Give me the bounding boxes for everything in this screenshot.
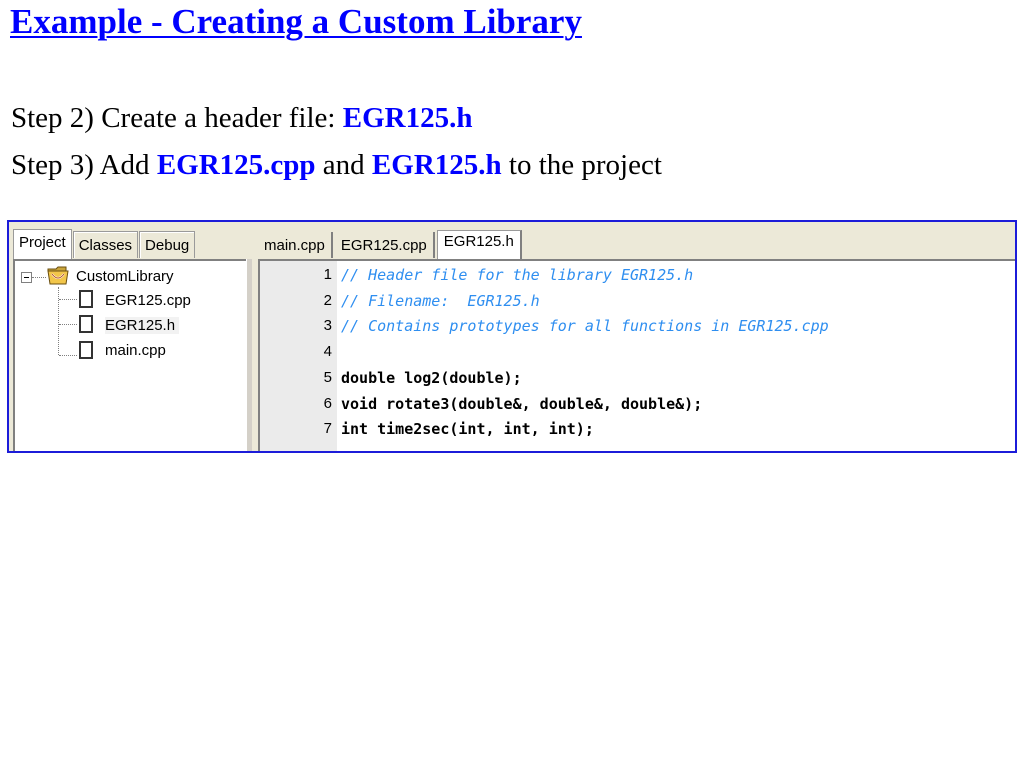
line-number: 7 [323, 420, 332, 438]
step-3-filename-cpp: EGR125.cpp [156, 149, 316, 181]
tree-connector [58, 287, 59, 355]
step-3-text: Step 3) Add EGR125.cpp and EGR125.h to t… [11, 149, 662, 182]
tree-file-label[interactable]: main.cpp [105, 342, 166, 359]
code-editor[interactable]: 1 // Header file for the library EGR125.h… [258, 259, 1015, 451]
code-comment: // Contains prototypes for all functions… [341, 317, 829, 336]
step-3-prefix: Step 3) Add [11, 149, 157, 181]
ide-screenshot: Project Classes Debug CustomLibrary EGR1… [7, 220, 1017, 453]
step-2-prefix: Step 2) Create a header file: [11, 102, 343, 134]
project-tree: CustomLibrary EGR125.cpp EGR125.h main.c… [13, 259, 247, 451]
line-number: 4 [323, 343, 332, 361]
tab-egr125-cpp[interactable]: EGR125.cpp [335, 232, 435, 258]
line-number: 2 [323, 291, 332, 309]
project-pane: Project Classes Debug CustomLibrary EGR1… [9, 222, 252, 451]
code-comment: // Filename: EGR125.h [341, 291, 540, 310]
collapse-icon[interactable] [21, 272, 32, 283]
step-3-suffix: to the project [501, 149, 662, 181]
tab-project[interactable]: Project [13, 229, 72, 259]
tab-debug[interactable]: Debug [139, 231, 196, 258]
tree-connector [59, 324, 77, 325]
editor-tabs: main.cpp EGR125.cpp EGR125.h [258, 230, 524, 259]
code-statement: int time2sec(int, int, int); [341, 420, 594, 439]
code-statement: void rotate3(double&, double&, double&); [341, 394, 703, 413]
tree-file-label[interactable]: EGR125.h [105, 317, 180, 334]
pane-scrollbar[interactable] [246, 259, 252, 451]
line-number: 5 [323, 368, 332, 386]
step-3-filename-h: EGR125.h [371, 149, 502, 181]
step-2-filename: EGR125.h [342, 102, 473, 134]
file-icon [79, 341, 93, 359]
tree-connector [59, 355, 77, 356]
tab-egr125-h[interactable]: EGR125.h [436, 230, 522, 259]
tree-root-label[interactable]: CustomLibrary [76, 268, 174, 285]
file-icon [79, 290, 93, 308]
slide-title: Example - Creating a Custom Library [10, 2, 582, 41]
tab-classes[interactable]: Classes [72, 231, 139, 258]
tab-main-cpp[interactable]: main.cpp [258, 232, 333, 258]
file-icon [79, 315, 93, 333]
tree-connector [32, 277, 46, 278]
step-3-middle: and [315, 149, 372, 181]
tree-file-label[interactable]: EGR125.cpp [105, 292, 191, 309]
editor-pane: main.cpp EGR125.cpp EGR125.h 1 // Header … [254, 222, 1015, 451]
line-number: 6 [323, 394, 332, 412]
line-number: 1 [323, 266, 332, 283]
project-pane-tabs: Project Classes Debug [13, 229, 196, 259]
tree-connector [59, 299, 77, 300]
code-statement: double log2(double); [341, 368, 522, 387]
project-folder-icon [47, 266, 69, 285]
code-comment: // Header file for the library EGR125.h [341, 266, 694, 284]
step-2-text: Step 2) Create a header file: EGR125.h [11, 102, 472, 135]
line-number: 3 [323, 317, 332, 335]
